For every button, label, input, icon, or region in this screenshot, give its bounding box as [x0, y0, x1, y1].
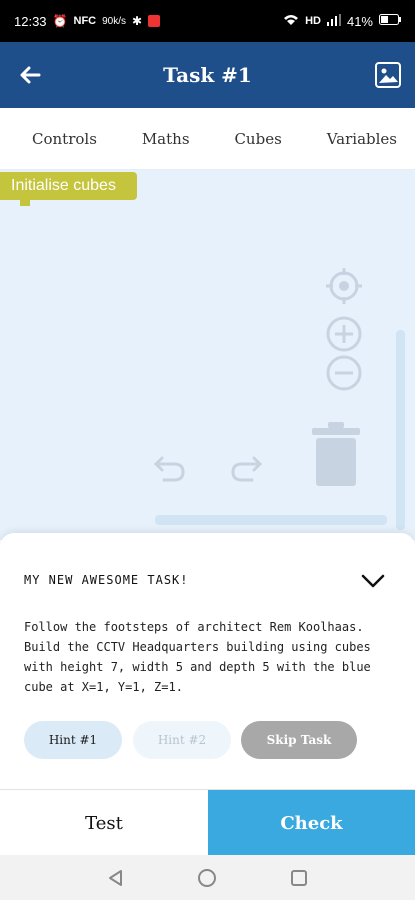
bluetooth-icon: ✱: [132, 14, 143, 28]
trash-icon[interactable]: [308, 420, 364, 488]
back-button[interactable]: [16, 61, 44, 89]
hint-2-button[interactable]: Hint #2: [133, 721, 231, 759]
initialise-cubes-block[interactable]: Initialise cubes: [0, 172, 137, 206]
hd-indicator: HD: [305, 15, 321, 27]
test-button[interactable]: Test: [0, 790, 208, 856]
battery-percent: 41%: [346, 13, 373, 29]
tab-variables[interactable]: Variables: [327, 130, 397, 148]
vertical-scrollbar[interactable]: [396, 330, 405, 530]
status-left: 12:33 ⏰ NFC 90k/s ✱: [14, 13, 161, 29]
blocks-workspace[interactable]: Initialise cubes: [0, 170, 415, 540]
undo-icon[interactable]: [152, 450, 188, 486]
nav-home-button[interactable]: [195, 866, 219, 890]
back-arrow-icon: [20, 66, 41, 84]
tab-cubes[interactable]: Cubes: [234, 130, 281, 148]
status-right: HD 41%: [283, 13, 401, 29]
signal-icon: [326, 13, 341, 29]
network-speed: 90k/s: [102, 15, 127, 27]
circle-home-icon: [198, 868, 217, 887]
status-bar: 12:33 ⏰ NFC 90k/s ✱ HD 41%: [0, 0, 415, 42]
alarm-icon: ⏰: [52, 14, 68, 28]
image-button[interactable]: [375, 62, 401, 88]
task-description: Follow the footsteps of architect Rem Ko…: [24, 620, 371, 694]
system-nav-bar: [0, 855, 415, 900]
battery-icon: [379, 14, 401, 28]
check-button[interactable]: Check: [208, 790, 415, 856]
category-tabs: Controls Maths Cubes Variables: [0, 108, 415, 170]
horizontal-scrollbar[interactable]: [155, 515, 387, 525]
tab-maths[interactable]: Maths: [142, 130, 190, 148]
tab-controls[interactable]: Controls: [32, 130, 97, 148]
triangle-back-icon: [108, 869, 122, 886]
redo-icon[interactable]: [228, 450, 264, 486]
task-panel: MY NEW AWESOME TASK! Follow the footstep…: [0, 533, 415, 793]
chevron-down-icon[interactable]: [360, 571, 386, 591]
app-notification-icon: [148, 15, 161, 27]
zoom-out-icon[interactable]: [325, 354, 363, 392]
status-time: 12:33: [14, 13, 47, 29]
square-recents-icon: [291, 869, 308, 886]
zoom-in-icon[interactable]: [325, 315, 363, 353]
page-title: Task #1: [163, 63, 252, 87]
task-title: MY NEW AWESOME TASK!: [24, 573, 189, 587]
wifi-icon: [283, 14, 299, 29]
skip-task-button[interactable]: Skip Task: [241, 721, 357, 759]
nav-recents-button[interactable]: [287, 866, 311, 890]
image-icon: [379, 68, 398, 83]
nav-back-button[interactable]: [104, 866, 128, 890]
hint-1-button[interactable]: Hint #1: [24, 721, 122, 759]
recenter-icon[interactable]: [325, 267, 363, 305]
app-bar: Task #1: [0, 42, 415, 108]
bottom-actions: Test Check: [0, 789, 415, 856]
nfc-indicator: NFC: [73, 15, 97, 27]
